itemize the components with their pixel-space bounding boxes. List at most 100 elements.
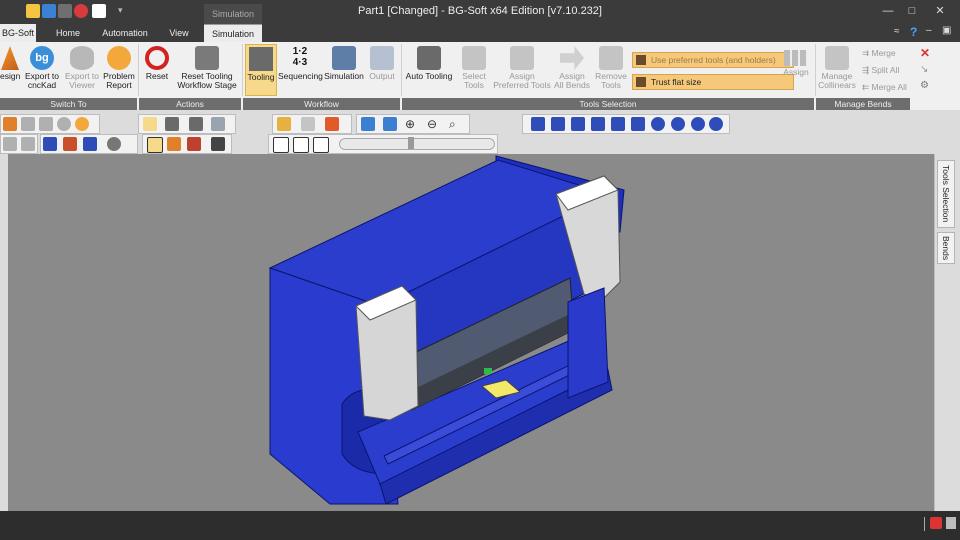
view-front-icon[interactable] xyxy=(531,117,545,131)
view-iso-4-icon[interactable] xyxy=(709,117,723,131)
view-right-icon[interactable] xyxy=(591,117,605,131)
tooling-small-icon[interactable] xyxy=(143,117,157,131)
rotate-icon[interactable] xyxy=(361,117,375,131)
maximize-button[interactable]: □ xyxy=(902,4,922,18)
remove-tools-button[interactable]: Remove Tools xyxy=(594,46,628,90)
tab-tools-selection[interactable]: Tools Selection xyxy=(937,160,955,228)
simulation-slider[interactable] xyxy=(339,137,495,150)
tab-automation[interactable]: Automation xyxy=(96,24,154,42)
gauge-icon[interactable] xyxy=(63,137,77,151)
export-viewer-button[interactable]: Export to Viewer xyxy=(64,46,100,90)
paste-icon[interactable] xyxy=(39,117,53,131)
view-bottom-icon[interactable] xyxy=(631,117,645,131)
pan-icon[interactable] xyxy=(383,117,397,131)
collapse-ribbon-icon[interactable]: ≈ xyxy=(894,26,900,37)
checkbox-icon xyxy=(636,55,646,65)
trust-flat-size-toggle[interactable]: Trust flat size xyxy=(632,74,794,90)
box-render-icon[interactable] xyxy=(211,137,225,151)
zoom-in-icon[interactable]: ⊕ xyxy=(405,117,419,131)
tooling-button[interactable]: Tooling xyxy=(245,44,277,96)
slider-thumb[interactable] xyxy=(408,137,414,149)
auto-tooling-icon xyxy=(417,46,441,70)
problem-report-button[interactable]: Problem Report xyxy=(102,46,136,90)
merge-all-button[interactable]: ⇇ Merge All xyxy=(862,82,907,93)
view-iso-1-icon[interactable] xyxy=(651,117,665,131)
die-icon[interactable] xyxy=(189,117,203,131)
triangle-icon[interactable] xyxy=(277,117,291,131)
backgauge-icon[interactable] xyxy=(83,137,97,151)
merge-button[interactable]: ⇉ Merge xyxy=(862,48,896,59)
simulation-button[interactable]: Simulation xyxy=(324,46,364,81)
manage-collinears-button[interactable]: Manage Collinears xyxy=(818,46,856,90)
delete-bend-icon[interactable]: ✕ xyxy=(920,46,930,60)
minimize-button[interactable]: — xyxy=(878,4,898,18)
output-button[interactable]: Output xyxy=(366,46,398,81)
tab-simulation[interactable]: Simulation xyxy=(204,24,262,43)
tab-view[interactable]: View xyxy=(160,24,198,42)
status-info-icon[interactable] xyxy=(946,517,956,529)
3d-viewport[interactable] xyxy=(8,154,934,511)
view-left-icon[interactable] xyxy=(571,117,585,131)
checkbox-icon xyxy=(636,77,646,87)
reset-button[interactable]: Reset xyxy=(142,46,172,81)
nav-back-icon[interactable] xyxy=(3,137,17,151)
measure-icon[interactable] xyxy=(3,117,17,131)
assign-preferred-tools-button[interactable]: Assign Preferred Tools xyxy=(492,46,552,90)
ribbon-restore-icon[interactable]: ▣ xyxy=(942,25,951,36)
sequencing-button[interactable]: 1·2 4·3 Sequencing xyxy=(278,46,323,81)
nav-forward-icon[interactable] xyxy=(21,137,35,151)
display-mode-icon[interactable] xyxy=(107,137,121,151)
paint-icon[interactable] xyxy=(325,117,339,131)
press-brake-model xyxy=(268,155,625,505)
wire-render-icon[interactable] xyxy=(187,137,201,151)
step-forward-icon[interactable] xyxy=(313,137,329,153)
toolbar-area: ⊕ ⊖ ⌕ xyxy=(0,110,960,155)
sequencing-icon: 1·2 4·3 xyxy=(292,46,308,68)
split-all-button[interactable]: ⇶ Split All xyxy=(862,65,899,76)
tab-bends[interactable]: Bends xyxy=(937,232,955,264)
group-label-actions: Actions xyxy=(139,98,241,110)
eye-icon[interactable] xyxy=(57,117,71,131)
simulation-icon xyxy=(332,46,356,70)
title-bar: ▾ Simulation Part1 [Changed] - BG-Soft x… xyxy=(0,0,960,24)
ribbon-separator xyxy=(138,44,139,96)
play-icon[interactable] xyxy=(293,137,309,153)
export-cnckad-button[interactable]: bg Export to cncKad xyxy=(22,46,62,90)
ribbon-separator xyxy=(401,44,402,96)
view-iso-3-icon[interactable] xyxy=(691,117,705,131)
machine-icon[interactable] xyxy=(43,137,57,151)
select-tools-button[interactable]: Select Tools xyxy=(458,46,490,90)
reset-tooling-stage-button[interactable]: Reset Tooling Workflow Stage xyxy=(176,46,238,90)
toolbar-playback xyxy=(268,134,498,154)
solid-render-icon[interactable] xyxy=(147,137,163,153)
help-icon[interactable]: ? xyxy=(910,25,917,39)
tab-home[interactable]: Home xyxy=(48,24,88,42)
bend-settings-icon[interactable]: ⚙ xyxy=(920,80,929,91)
design-button[interactable]: esign xyxy=(0,46,20,81)
problem-face-icon xyxy=(107,46,131,70)
tab-bg-soft[interactable]: BG-Soft xyxy=(0,24,36,42)
punch-icon[interactable] xyxy=(165,117,179,131)
view-iso-2-icon[interactable] xyxy=(671,117,685,131)
view-top-icon[interactable] xyxy=(611,117,625,131)
arrow-right-icon xyxy=(560,46,584,70)
assign-all-bends-button[interactable]: Assign All Bends xyxy=(554,46,590,90)
copy-icon[interactable] xyxy=(21,117,35,131)
save-status-icon[interactable] xyxy=(930,517,942,529)
face-icon[interactable] xyxy=(75,117,89,131)
auto-tooling-button[interactable]: Auto Tooling xyxy=(404,46,454,81)
status-bar xyxy=(0,511,960,540)
use-preferred-tools-toggle[interactable]: Use preferred tools (and holders) xyxy=(632,52,794,68)
holder-icon[interactable] xyxy=(211,117,225,131)
bend-tool-icon[interactable]: ↘ xyxy=(920,64,928,75)
zoom-out-icon[interactable]: ⊖ xyxy=(427,117,441,131)
zoom-fit-icon[interactable]: ⌕ xyxy=(449,117,463,131)
ruler-icon[interactable] xyxy=(301,117,315,131)
close-button[interactable]: ✕ xyxy=(930,4,950,18)
shaded-render-icon[interactable] xyxy=(167,137,181,151)
step-back-icon[interactable] xyxy=(273,137,289,153)
view-back-icon[interactable] xyxy=(551,117,565,131)
ribbon-minimize-icon[interactable]: – xyxy=(926,25,932,36)
assign-button[interactable]: Assign xyxy=(780,46,812,77)
status-separator xyxy=(924,517,925,531)
